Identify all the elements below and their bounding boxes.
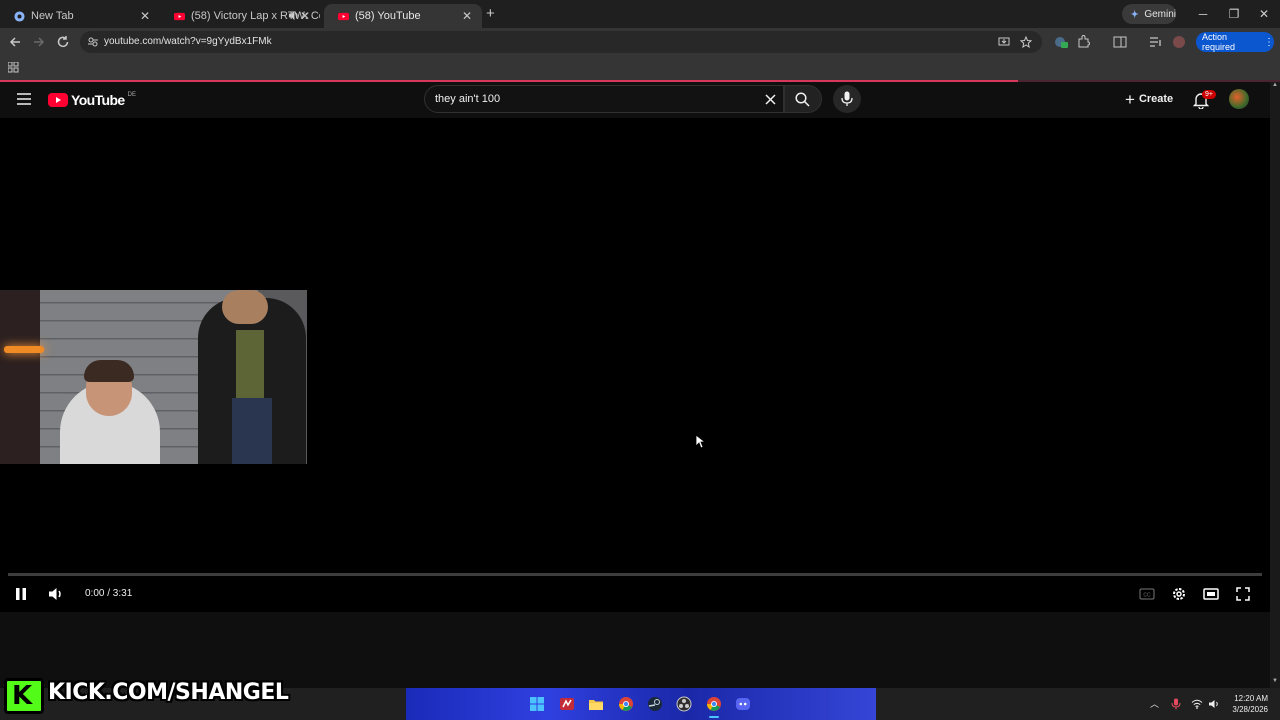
- fullscreen-icon[interactable]: [1234, 585, 1252, 603]
- chrome-icon: [14, 10, 25, 22]
- youtube-logo-text: YouTube: [71, 92, 125, 108]
- kick-stream-overlay: K KICK.COM/SHANGEL: [2, 676, 289, 716]
- kick-logo: K: [4, 678, 44, 714]
- webcam-overlay: [0, 290, 307, 464]
- wall-left: [0, 290, 40, 464]
- notifications-badge: 9+: [1202, 90, 1216, 99]
- close-tab-icon[interactable]: ✕: [138, 9, 152, 23]
- clear-search-icon[interactable]: [765, 94, 776, 105]
- media-controls-icon[interactable]: [1148, 34, 1164, 50]
- tab-victory-lap[interactable]: (58) Victory Lap x RTW: Cen ✕: [160, 4, 320, 28]
- mouse-cursor-icon: [695, 434, 705, 449]
- chrome-icon[interactable]: [618, 696, 634, 712]
- video-progress-bar[interactable]: [8, 573, 1262, 576]
- action-required-button[interactable]: Action required ⋮: [1196, 32, 1274, 52]
- youtube-favicon-icon: [174, 12, 185, 20]
- youtube-header: YouTube DE they ain't 100 + Create 9+: [0, 82, 1270, 118]
- gemini-label: Gemini: [1144, 8, 1176, 20]
- chrome-active-icon[interactable]: [706, 696, 722, 712]
- restore-icon[interactable]: ❐: [1226, 6, 1242, 22]
- youtube-favicon-icon: [338, 12, 349, 20]
- close-window-icon[interactable]: ✕: [1256, 6, 1272, 22]
- person-left-hair: [84, 360, 134, 382]
- captions-icon[interactable]: CC: [1138, 585, 1156, 603]
- forward-arrow-icon[interactable]: [31, 34, 47, 50]
- search-input[interactable]: they ain't 100: [435, 93, 500, 105]
- steam-icon[interactable]: [647, 696, 663, 712]
- reload-icon[interactable]: [55, 34, 71, 50]
- kebab-menu-icon[interactable]: ⋮: [1264, 37, 1274, 48]
- plus-icon: +: [1125, 89, 1135, 109]
- clock-time: 12:20 AM: [1234, 694, 1268, 703]
- file-explorer-icon[interactable]: [588, 696, 604, 712]
- close-tab-icon[interactable]: ✕: [298, 9, 312, 23]
- close-tab-icon[interactable]: ✕: [460, 9, 474, 23]
- account-avatar[interactable]: [1229, 89, 1249, 109]
- search-box[interactable]: they ain't 100: [424, 85, 784, 113]
- tray-chevron-icon[interactable]: ︿: [1150, 697, 1159, 710]
- gemini-button[interactable]: Gemini: [1122, 4, 1176, 24]
- profile-avatar-icon[interactable]: [1173, 36, 1185, 48]
- pause-icon[interactable]: [12, 585, 30, 603]
- browser-toolbar: youtube.com/watch?v=9gYydBx1FMk Action r…: [0, 28, 1280, 56]
- kick-channel-text: KICK.COM/SHANGEL: [48, 680, 289, 705]
- bookmark-bar: [0, 56, 1280, 80]
- create-button[interactable]: + Create: [1119, 87, 1179, 111]
- minimize-icon[interactable]: ─: [1195, 6, 1211, 22]
- search-button[interactable]: [784, 85, 822, 113]
- voice-search-button[interactable]: [833, 85, 861, 113]
- new-tab-button[interactable]: +: [486, 5, 495, 22]
- wallpaper-strip: [406, 688, 876, 720]
- system-clock[interactable]: 12:20 AM 3/28/2026: [1226, 693, 1268, 715]
- hamburger-menu-icon[interactable]: [17, 93, 31, 105]
- settings-gear-icon[interactable]: [1170, 585, 1188, 603]
- clock-date: 3/28/2026: [1232, 705, 1268, 714]
- extensions-puzzle-icon[interactable]: [1076, 34, 1092, 50]
- volume-icon[interactable]: [47, 585, 65, 603]
- back-arrow-icon[interactable]: [7, 34, 23, 50]
- create-label: Create: [1138, 93, 1174, 105]
- youtube-play-logo-icon: [48, 93, 68, 107]
- scroll-up-icon[interactable]: ▲: [1272, 82, 1278, 88]
- youtube-logo[interactable]: YouTube DE: [48, 91, 136, 109]
- wifi-icon[interactable]: [1191, 699, 1203, 709]
- page-scrollbar[interactable]: ▲ ▼: [1270, 82, 1280, 688]
- kick-logo-letter: K: [12, 681, 33, 711]
- microphone-icon: [841, 91, 853, 106]
- discord-icon[interactable]: [735, 696, 751, 712]
- time-display: 0:00 / 3:31: [85, 588, 133, 599]
- search-icon: [795, 92, 810, 107]
- action-required-label: Action required: [1202, 32, 1236, 52]
- svg-text:CC: CC: [1143, 593, 1151, 599]
- theater-mode-icon[interactable]: [1202, 585, 1220, 603]
- obs-icon[interactable]: [676, 696, 692, 712]
- volume-tray-icon[interactable]: [1208, 699, 1220, 709]
- video-player[interactable]: 0:00 / 3:31 CC: [0, 118, 1270, 612]
- address-bar[interactable]: youtube.com/watch?v=9gYydBx1FMk: [80, 31, 1042, 53]
- tab-youtube[interactable]: (58) YouTube ✕: [324, 4, 482, 28]
- bookmark-star-icon[interactable]: [1020, 36, 1032, 48]
- scroll-down-icon[interactable]: ▼: [1272, 678, 1278, 684]
- install-app-icon[interactable]: [998, 36, 1010, 48]
- side-panel-icon[interactable]: [1112, 34, 1128, 50]
- browser-tab-bar: New Tab ✕ (58) Victory Lap x RTW: Cen ✕ …: [0, 0, 1280, 28]
- windows-start-icon[interactable]: [529, 696, 545, 712]
- tray-microphone-icon[interactable]: [1171, 698, 1181, 710]
- region-code: DE: [127, 92, 136, 98]
- url-text: youtube.com/watch?v=9gYydBx1FMk: [104, 36, 272, 47]
- person-right-jeans: [232, 398, 272, 464]
- extension-green-icon[interactable]: [1053, 34, 1069, 50]
- red-app-icon[interactable]: [559, 696, 575, 712]
- site-info-icon[interactable]: [87, 36, 99, 48]
- active-app-indicator: [709, 716, 719, 718]
- heater-lamp: [4, 346, 44, 353]
- apps-grid-icon[interactable]: [8, 62, 19, 73]
- tab-new-tab[interactable]: New Tab ✕: [0, 4, 160, 28]
- person-right-head: [222, 290, 268, 324]
- gemini-icon: [1130, 9, 1140, 19]
